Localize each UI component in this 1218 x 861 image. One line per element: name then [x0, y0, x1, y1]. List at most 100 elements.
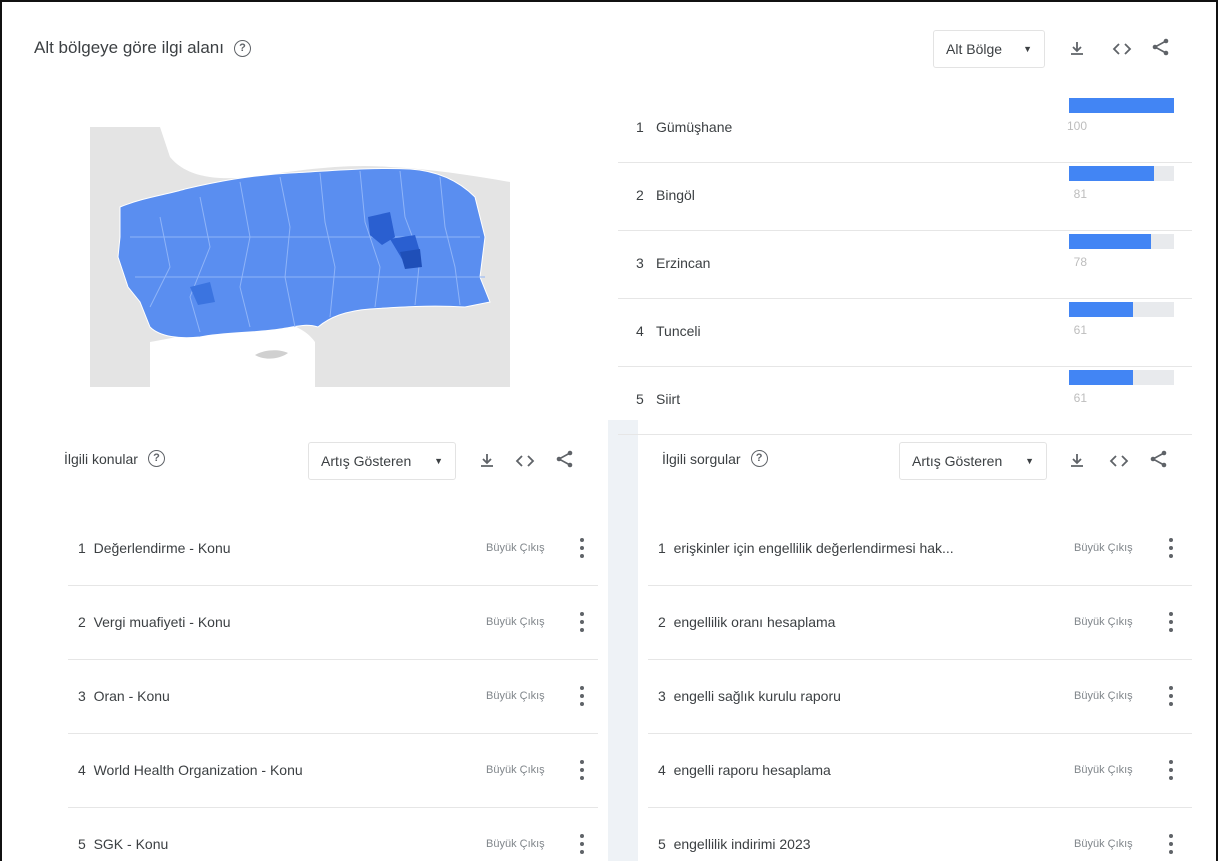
list-item[interactable]: 5 engellilik indirimi 2023 Büyük Çıkış [648, 808, 1192, 861]
list-item[interactable]: 3 engelli sağlık kurulu raporu Büyük Çıkı… [648, 660, 1192, 734]
region-dropdown[interactable]: Alt Bölge ▼ [933, 30, 1045, 68]
ranking-row[interactable]: 4 Tunceli 61 [618, 299, 1192, 367]
region-title-text: Alt bölgeye göre ilgi alanı [34, 38, 224, 57]
caret-down-icon: ▼ [434, 456, 443, 466]
rank-number: 2 [636, 187, 644, 203]
rank-number: 4 [636, 323, 644, 339]
download-icon[interactable] [1066, 38, 1088, 60]
ranking-row[interactable]: 1 Gümüşhane 100 [618, 95, 1192, 163]
region-score: 100 [1066, 119, 1087, 133]
rank-number: 5 [636, 391, 644, 407]
list-item-label: World Health Organization - Konu [93, 762, 303, 778]
queries-title-text: İlgili sorgular [662, 450, 741, 467]
region-dropdown-value: Alt Bölge [946, 41, 1003, 57]
list-item-rank: 1 [658, 540, 666, 556]
more-options-icon[interactable] [1168, 538, 1174, 558]
list-item-label: Vergi muafiyeti - Konu [93, 614, 231, 630]
queries-dropdown[interactable]: Artış Gösteren ▼ [899, 442, 1047, 480]
list-item-label: SGK - Konu [93, 836, 169, 852]
list-item-rank: 3 [658, 688, 666, 704]
more-options-icon[interactable] [579, 686, 585, 706]
more-options-icon[interactable] [579, 834, 585, 854]
region-name: Siirt [656, 391, 681, 407]
rank-number: 1 [636, 119, 644, 135]
score-bar-fill [1069, 370, 1134, 385]
more-options-icon[interactable] [1168, 760, 1174, 780]
more-options-icon[interactable] [579, 612, 585, 632]
topics-list: 1 Değerlendirme - Konu Büyük Çıkış 2 Vergi… [68, 512, 598, 861]
list-item-text: 4 World Health Organization - Konu [78, 762, 303, 778]
help-icon[interactable]: ? [750, 450, 768, 467]
more-options-icon[interactable] [579, 538, 585, 558]
list-item-text: 4 engelli raporu hesaplama [658, 762, 831, 778]
list-item-label: Oran - Konu [93, 688, 170, 704]
score-bar-track [1069, 166, 1174, 181]
region-score: 81 [1073, 187, 1087, 201]
list-item-rank: 1 [78, 540, 86, 556]
list-item-rank: 5 [78, 836, 86, 852]
share-icon[interactable] [1148, 448, 1170, 470]
more-options-icon[interactable] [1168, 834, 1174, 854]
region-ranking-list: 1 Gümüşhane 100 2 Bingöl 81 3 Erzincan 78 4 Tuncel… [618, 95, 1192, 435]
help-icon[interactable]: ? [233, 39, 251, 57]
region-name: Bingöl [656, 187, 695, 203]
list-item[interactable]: 5 SGK - Konu Büyük Çıkış [68, 808, 598, 861]
list-item-text: 2 engellilik oranı hesaplama [658, 614, 835, 630]
list-item[interactable]: 2 engellilik oranı hesaplama Büyük Çıkış [648, 586, 1192, 660]
topics-dropdown[interactable]: Artış Gösteren ▼ [308, 442, 456, 480]
share-icon[interactable] [1150, 36, 1172, 58]
caret-down-icon: ▼ [1023, 44, 1032, 54]
more-options-icon[interactable] [1168, 686, 1174, 706]
list-item-text: 5 SGK - Konu [78, 836, 168, 852]
panel-divider [608, 420, 638, 861]
list-item-label: engellilik indirimi 2023 [673, 836, 811, 852]
region-panel-title: Alt bölgeye göre ilgi alanı ? [34, 38, 251, 58]
breakout-badge: Büyük Çıkış [486, 690, 545, 702]
list-item[interactable]: 2 Vergi muafiyeti - Konu Büyük Çıkış [68, 586, 598, 660]
map-svg [117, 127, 510, 387]
list-item-text: 3 engelli sağlık kurulu raporu [658, 688, 841, 704]
score-bar-track [1069, 302, 1174, 317]
list-item[interactable]: 3 Oran - Konu Büyük Çıkış [68, 660, 598, 734]
embed-icon[interactable] [1111, 38, 1133, 60]
share-icon[interactable] [554, 448, 576, 470]
download-icon[interactable] [476, 450, 498, 472]
topics-panel-title: İlgili konular ? [64, 450, 165, 467]
breakout-badge: Büyük Çıkış [1074, 764, 1133, 776]
list-item-rank: 3 [78, 688, 86, 704]
list-item-rank: 4 [658, 762, 666, 778]
more-options-icon[interactable] [579, 760, 585, 780]
score-bar-track [1069, 98, 1174, 113]
queries-dropdown-value: Artış Gösteren [912, 453, 1003, 469]
list-item-label: engellilik oranı hesaplama [673, 614, 836, 630]
download-icon[interactable] [1066, 450, 1088, 472]
breakout-badge: Büyük Çıkış [1074, 616, 1133, 628]
breakout-badge: Büyük Çıkış [1074, 542, 1133, 554]
more-options-icon[interactable] [1168, 612, 1174, 632]
breakout-badge: Büyük Çıkış [1074, 838, 1133, 850]
ranking-row[interactable]: 3 Erzincan 78 [618, 231, 1192, 299]
queries-list: 1 erişkinler için engellilik değerlendir… [648, 512, 1192, 861]
score-bar-track [1069, 234, 1174, 249]
list-item-text: 5 engellilik indirimi 2023 [658, 836, 811, 852]
turkey-region-map[interactable] [90, 127, 510, 387]
list-item[interactable]: 4 engelli raporu hesaplama Büyük Çıkış [648, 734, 1192, 808]
region-score: 78 [1073, 255, 1087, 269]
score-bar-fill [1069, 166, 1155, 181]
ranking-row[interactable]: 2 Bingöl 81 [618, 163, 1192, 231]
help-icon[interactable]: ? [147, 450, 165, 467]
list-item[interactable]: 4 World Health Organization - Konu Büyük … [68, 734, 598, 808]
caret-down-icon: ▼ [1025, 456, 1034, 466]
region-score: 61 [1073, 323, 1087, 337]
embed-icon[interactable] [1108, 450, 1130, 472]
list-item-label: engelli sağlık kurulu raporu [673, 688, 841, 704]
embed-icon[interactable] [514, 450, 536, 472]
region-name: Gümüşhane [656, 119, 733, 135]
breakout-badge: Büyük Çıkış [486, 616, 545, 628]
topics-title-text: İlgili konular [64, 450, 138, 467]
list-item[interactable]: 1 erişkinler için engellilik değerlendir… [648, 512, 1192, 586]
ranking-row[interactable]: 5 Siirt 61 [618, 367, 1192, 435]
rank-number: 3 [636, 255, 644, 271]
list-item[interactable]: 1 Değerlendirme - Konu Büyük Çıkış [68, 512, 598, 586]
region-name: Erzincan [656, 255, 711, 271]
